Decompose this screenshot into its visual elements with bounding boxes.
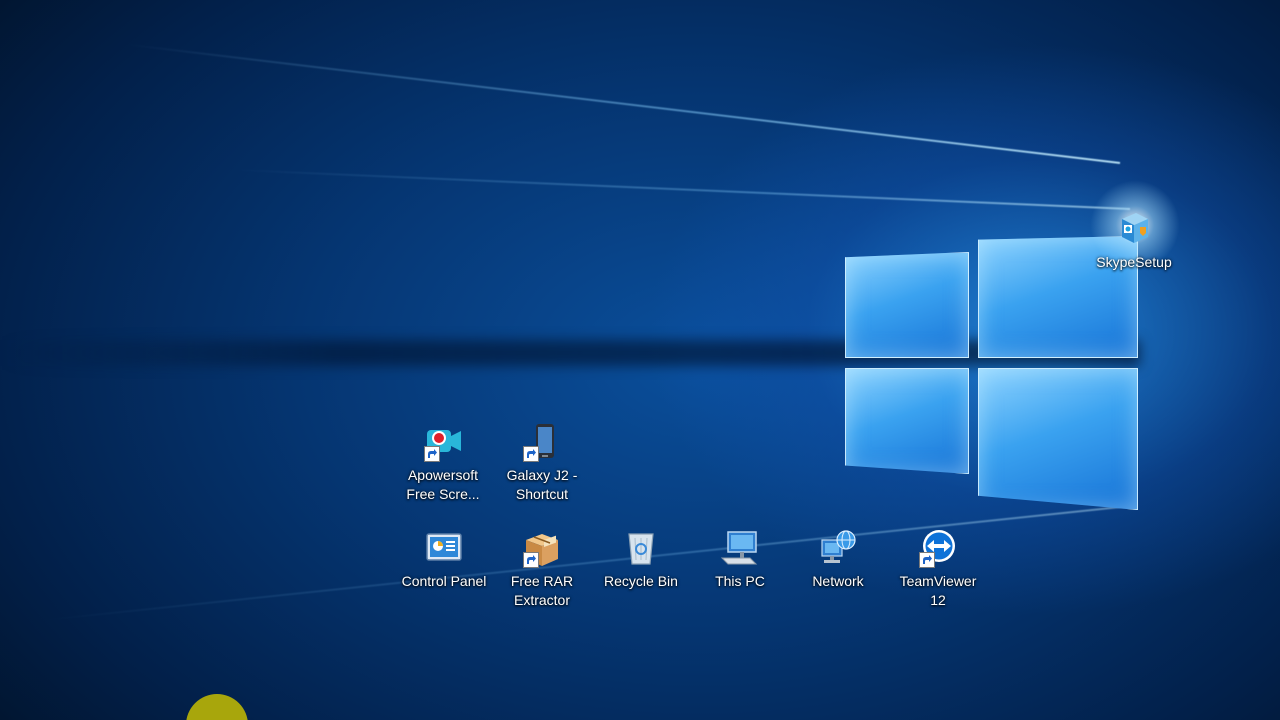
desktop-wallpaper: [0, 0, 1280, 720]
light-beam: [126, 43, 1121, 164]
desktop-icon-recycle-bin[interactable]: Recycle Bin: [593, 528, 689, 591]
desktop-icon-free-rar[interactable]: Free RAR Extractor: [494, 528, 590, 610]
desktop-icon-label: Control Panel: [401, 573, 487, 589]
desktop-icon-label: TeamViewer 12: [899, 573, 977, 608]
desktop-icon-this-pc[interactable]: This PC: [692, 528, 788, 591]
phone-icon: [522, 422, 562, 462]
desktop-icon-label: Free RAR Extractor: [510, 573, 574, 608]
desktop-icon-label: SkypeSetup: [1096, 254, 1172, 270]
desktop-icon-label: Recycle Bin: [604, 573, 678, 589]
desktop-icon-skypesetup[interactable]: SkypeSetup: [1086, 209, 1182, 272]
windows-logo-pane: [978, 368, 1138, 510]
apowersoft-recorder-icon: [423, 422, 463, 462]
shortcut-arrow-icon: [424, 446, 440, 462]
shortcut-arrow-icon: [523, 552, 539, 568]
shadow-band: [0, 340, 1140, 366]
desktop-icon-network[interactable]: Network: [790, 528, 886, 591]
computer-icon: [720, 528, 760, 568]
desktop-icon-teamviewer[interactable]: TeamViewer 12: [890, 528, 986, 610]
desktop-icon-apowersoft[interactable]: Apowersoft Free Scre...: [395, 422, 491, 504]
desktop-icon-label: Network: [812, 573, 864, 589]
desktop-icon-label: Galaxy J2 - Shortcut: [506, 467, 578, 502]
light-beam: [230, 168, 1131, 210]
control-panel-icon: [424, 528, 464, 568]
desktop-icon-label: Apowersoft Free Scre...: [406, 467, 480, 502]
shortcut-arrow-icon: [523, 446, 539, 462]
desktop-icon-galaxy-j2[interactable]: Galaxy J2 - Shortcut: [494, 422, 590, 504]
network-icon: [818, 528, 858, 568]
desktop-icon-control-panel[interactable]: Control Panel: [396, 528, 492, 591]
windows-logo-pane: [845, 252, 969, 358]
desktop-icon-label: This PC: [715, 573, 765, 589]
rar-box-icon: [522, 528, 562, 568]
teamviewer-icon: [918, 528, 958, 568]
installer-box-icon: [1114, 209, 1154, 249]
shortcut-arrow-icon: [919, 552, 935, 568]
recycle-bin-icon: [621, 528, 661, 568]
windows-logo-pane: [845, 368, 969, 474]
